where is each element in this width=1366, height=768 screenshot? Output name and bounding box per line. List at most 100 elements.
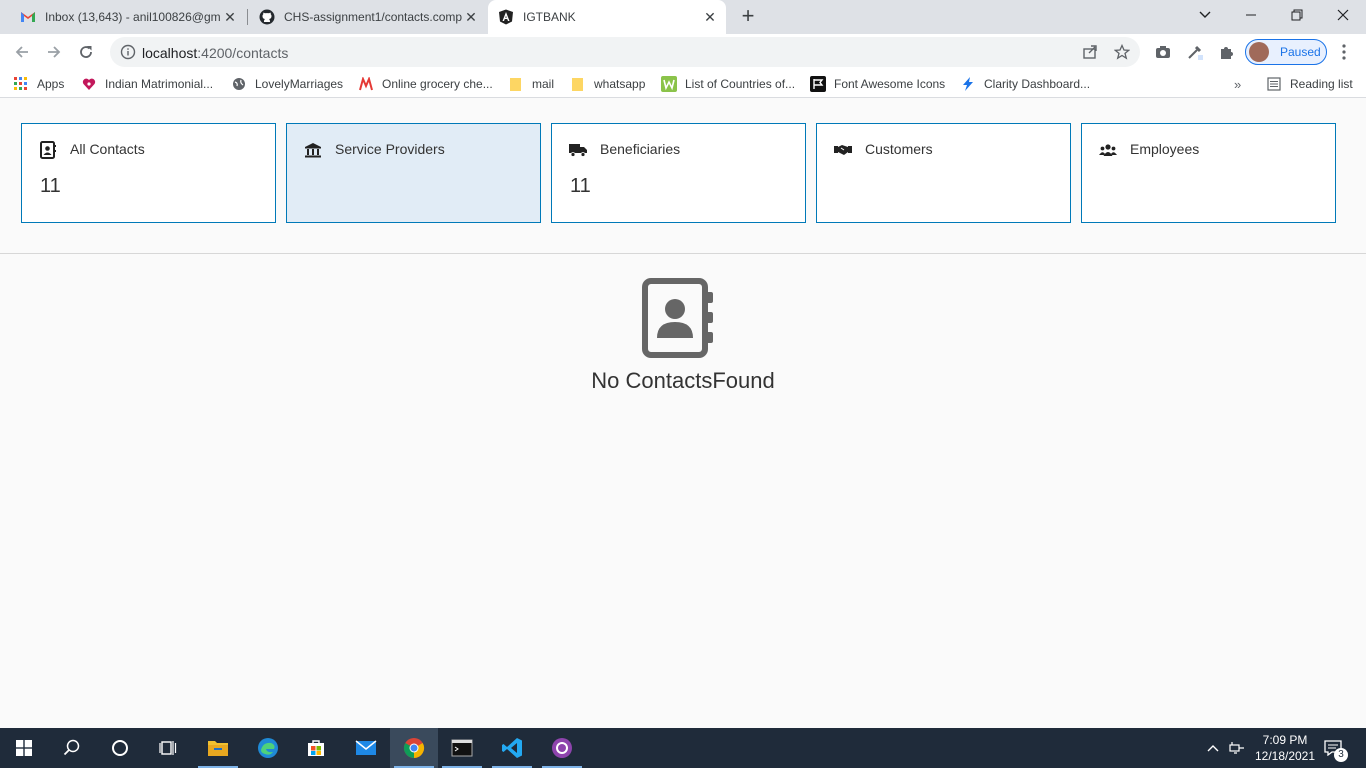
tray-chevron-icon[interactable]: [1204, 728, 1222, 768]
apps-grid-icon: [13, 76, 29, 92]
bank-icon: [304, 141, 322, 159]
bookmark-label: Apps: [37, 77, 65, 91]
mail-icon[interactable]: [342, 728, 390, 768]
tab-gmail[interactable]: Inbox (13,643) - anil100826@gm ✕: [0, 0, 246, 34]
taskbar-clock[interactable]: 7:09 PM 12/18/2021: [1250, 732, 1320, 764]
url-text: localhost:4200/contacts: [142, 45, 288, 61]
card-employees[interactable]: Employees: [1081, 123, 1336, 223]
camera-icon[interactable]: [1154, 43, 1172, 61]
profile-status: Paused: [1280, 45, 1321, 59]
bookmark-label: Clarity Dashboard...: [984, 77, 1091, 91]
tab-title: Inbox (13,643) - anil100826@gm: [45, 10, 221, 24]
close-tab-icon[interactable]: ✕: [463, 9, 479, 25]
tab-search-icon[interactable]: [1182, 0, 1228, 30]
clock-time: 7:09 PM: [1262, 733, 1308, 747]
card-title: Customers: [865, 141, 933, 157]
github-icon: [259, 9, 275, 25]
search-icon[interactable]: [48, 728, 96, 768]
forward-arrow-icon[interactable]: [42, 40, 66, 64]
share-icon[interactable]: [1082, 44, 1098, 60]
back-arrow-icon[interactable]: [10, 40, 34, 64]
bookmark-whatsapp[interactable]: whatsapp: [570, 76, 645, 92]
page-content: All Contacts 11 Service Providers Benefi…: [0, 98, 1366, 728]
bookmark-clarity-dashboard[interactable]: Clarity Dashboard...: [960, 76, 1090, 92]
new-tab-button[interactable]: +: [736, 5, 760, 28]
w-icon: [661, 76, 677, 92]
heart-icon: [81, 76, 97, 92]
grocery-icon: [358, 76, 374, 92]
folder-icon: [570, 76, 586, 92]
url-path: :4200/contacts: [197, 45, 289, 61]
github-desktop-icon[interactable]: [538, 728, 586, 768]
bookmark-label: Indian Matrimonial...: [105, 77, 214, 91]
site-info-icon[interactable]: [120, 44, 136, 60]
reading-list-button[interactable]: Reading list: [1266, 76, 1353, 92]
cortana-icon[interactable]: [96, 728, 144, 768]
microsoft-store-icon[interactable]: [292, 728, 340, 768]
card-count: 11: [40, 175, 61, 197]
tab-igtbank[interactable]: IGTBANK ✕: [488, 0, 726, 34]
bookmark-lovelymarriages[interactable]: LovelyMarriages: [231, 76, 343, 92]
bookmark-online-grocery[interactable]: Online grocery che...: [358, 76, 493, 92]
close-tab-icon[interactable]: ✕: [702, 9, 718, 25]
address-book-icon: [642, 278, 714, 358]
tab-github[interactable]: CHS-assignment1/contacts.comp ✕: [239, 0, 487, 34]
card-count: 11: [570, 175, 591, 197]
url-host: localhost: [142, 45, 198, 61]
card-beneficiaries[interactable]: Beneficiaries 11: [551, 123, 806, 223]
bookmarks-bar: Apps Indian Matrimonial... LovelyMarriag…: [0, 70, 1366, 98]
chrome-icon[interactable]: [390, 728, 438, 768]
gmail-icon: [20, 9, 36, 25]
windows-taskbar: 7:09 PM 12/18/2021 3: [0, 728, 1366, 768]
network-icon[interactable]: [1226, 728, 1248, 768]
section-divider: [0, 253, 1366, 254]
angular-icon: [498, 9, 514, 25]
users-icon: [1099, 141, 1117, 159]
flag-icon: [810, 76, 826, 92]
task-view-icon[interactable]: [144, 728, 192, 768]
bookmark-label: Font Awesome Icons: [834, 77, 946, 91]
address-bar[interactable]: localhost:4200/contacts: [110, 37, 1140, 67]
notification-count-badge: 3: [1334, 748, 1348, 762]
card-title: Service Providers: [335, 141, 445, 157]
bookmark-apps[interactable]: Apps: [13, 76, 64, 92]
edge-browser-icon[interactable]: [244, 728, 292, 768]
card-all-contacts[interactable]: All Contacts 11: [21, 123, 276, 223]
reload-icon[interactable]: [74, 40, 98, 64]
address-book-icon: [39, 141, 57, 159]
file-explorer-icon[interactable]: [194, 728, 242, 768]
terminal-icon[interactable]: [438, 728, 486, 768]
bookmark-font-awesome[interactable]: Font Awesome Icons: [810, 76, 945, 92]
card-title: All Contacts: [70, 141, 145, 157]
clock-date: 12/18/2021: [1254, 749, 1316, 763]
empty-state-message: No ContactsFound: [591, 368, 775, 393]
more-bookmarks-icon[interactable]: »: [1234, 76, 1241, 92]
eyedropper-icon[interactable]: [1186, 43, 1204, 61]
vscode-icon[interactable]: [488, 728, 536, 768]
profile-button[interactable]: Paused: [1245, 39, 1327, 65]
browser-toolbar: localhost:4200/contacts Paused: [0, 34, 1366, 70]
bookmark-mail[interactable]: mail: [508, 76, 554, 92]
bookmark-label: mail: [532, 77, 555, 91]
reading-list-icon: [1266, 76, 1282, 92]
truck-icon: [569, 141, 587, 159]
extensions-puzzle-icon[interactable]: [1218, 43, 1236, 61]
more-menu-icon[interactable]: [1337, 42, 1351, 62]
globe-icon: [231, 76, 247, 92]
windows-start-icon[interactable]: [0, 728, 48, 768]
handshake-icon: [834, 141, 852, 159]
avatar: [1249, 42, 1269, 62]
close-window-button[interactable]: [1320, 0, 1366, 30]
card-service-providers[interactable]: Service Providers: [286, 123, 541, 223]
restore-button[interactable]: [1274, 0, 1320, 30]
card-title: Beneficiaries: [600, 141, 681, 157]
card-title: Employees: [1130, 141, 1200, 157]
bookmark-label: List of Countries of...: [685, 77, 796, 91]
bookmark-indian-matrimonial[interactable]: Indian Matrimonial...: [81, 76, 213, 92]
minimize-button[interactable]: [1228, 0, 1274, 30]
tab-title: IGTBANK: [523, 10, 576, 24]
close-tab-icon[interactable]: ✕: [222, 9, 238, 25]
bookmark-list-of-countries[interactable]: List of Countries of...: [661, 76, 795, 92]
bookmark-star-icon[interactable]: [1113, 43, 1131, 60]
card-customers[interactable]: Customers: [816, 123, 1071, 223]
